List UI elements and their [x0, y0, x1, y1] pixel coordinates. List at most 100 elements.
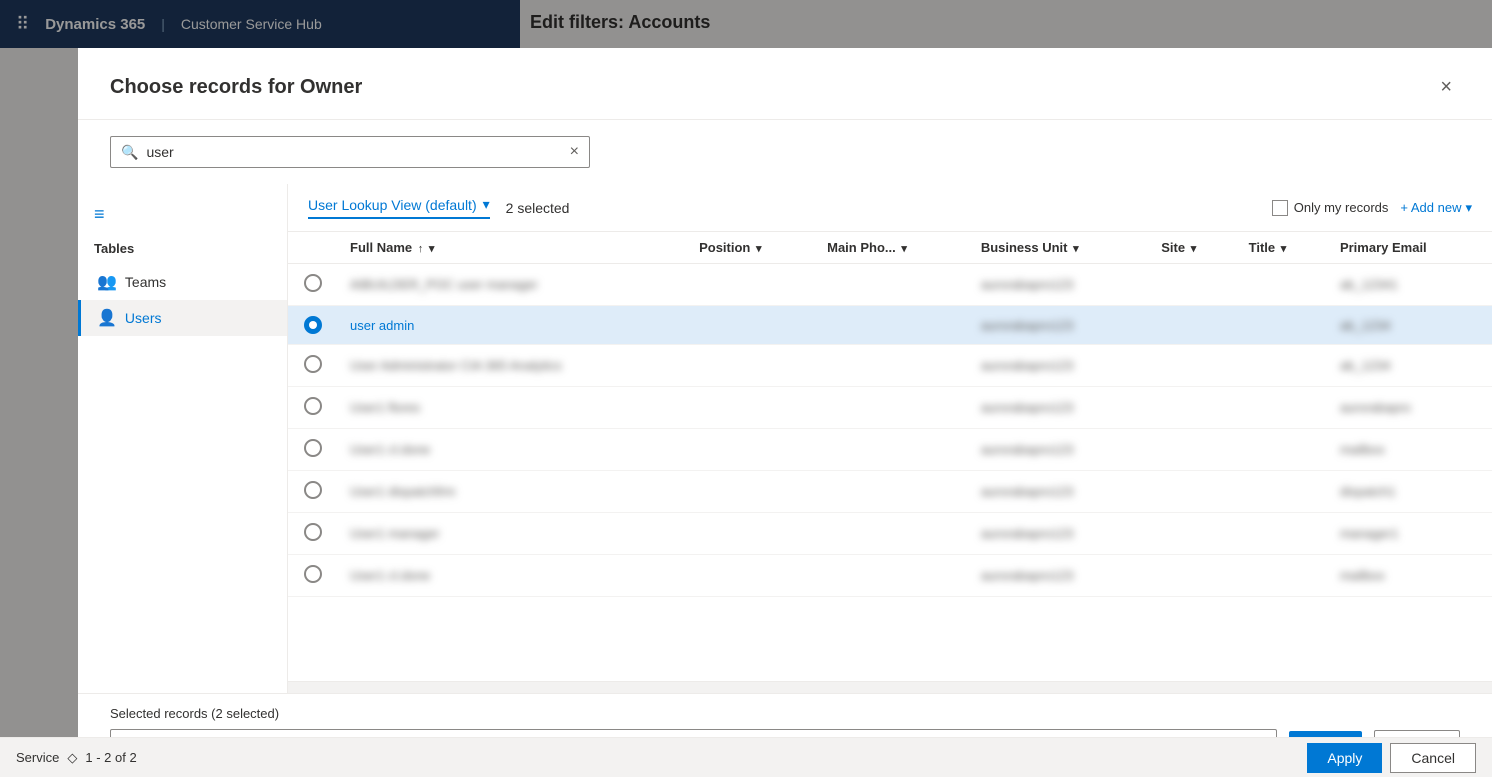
search-clear-button[interactable]: ×	[570, 143, 579, 161]
row-radio-cell[interactable]	[288, 264, 338, 306]
row-position	[687, 345, 815, 387]
row-radio-cell[interactable]	[288, 387, 338, 429]
table-row[interactable]: User1 manager aurorabapro123 manager1	[288, 513, 1492, 555]
row-radio-cell[interactable]	[288, 555, 338, 597]
radio-button[interactable]	[304, 439, 322, 457]
row-business-unit: aurorabapro123	[969, 264, 1149, 306]
pagination-text: 1 - 2 of 2	[85, 750, 136, 765]
table-row[interactable]: User1 cl.done aurorabapro123 mailbox	[288, 429, 1492, 471]
row-business-unit: aurorabapro123	[969, 345, 1149, 387]
row-site	[1149, 306, 1236, 345]
row-main-phone	[815, 306, 969, 345]
row-radio-cell[interactable]	[288, 513, 338, 555]
row-full-name[interactable]: User1 cl.done	[338, 555, 687, 597]
bu-filter-icon: ▾	[1073, 243, 1079, 255]
table-row[interactable]: User1 floresaurorabapro123aurorabapro	[288, 387, 1492, 429]
table-row[interactable]: user adminaurorabapro123ab_1234	[288, 306, 1492, 345]
table-row[interactable]: User Administrator CIA 365 Analytics auro…	[288, 345, 1492, 387]
diamond-icon: ◇	[67, 750, 77, 766]
only-my-records-checkbox[interactable]	[1272, 200, 1288, 216]
col-position[interactable]: Position ▾	[687, 232, 815, 264]
search-area: 🔍 ×	[78, 120, 1492, 184]
col-select	[288, 232, 338, 264]
col-primary-email[interactable]: Primary Email	[1328, 232, 1492, 264]
radio-button[interactable]	[304, 316, 322, 334]
row-business-unit: aurorabapro123	[969, 513, 1149, 555]
row-full-name[interactable]: User1 dispatchfrm	[338, 471, 687, 513]
search-input[interactable]	[146, 144, 569, 160]
row-radio-cell[interactable]	[288, 345, 338, 387]
toolbar-right: Only my records + Add new ▾	[1272, 200, 1472, 216]
row-main-phone	[815, 264, 969, 306]
row-position	[687, 306, 815, 345]
site-filter-icon: ▾	[1191, 243, 1197, 255]
add-new-label: + Add new	[1400, 200, 1461, 215]
col-main-phone[interactable]: Main Pho... ▾	[815, 232, 969, 264]
view-selector[interactable]: User Lookup View (default) ▾	[308, 196, 490, 219]
row-title	[1237, 264, 1328, 306]
col-title[interactable]: Title ▾	[1237, 232, 1328, 264]
row-full-name[interactable]: user admin	[338, 306, 687, 345]
row-position	[687, 555, 815, 597]
col-full-name[interactable]: Full Name ↑ ▾	[338, 232, 687, 264]
row-main-phone	[815, 345, 969, 387]
radio-button[interactable]	[304, 565, 322, 583]
tables-sidebar: ≡ Tables 👥 Teams 👤 Users	[78, 184, 288, 693]
row-main-phone	[815, 471, 969, 513]
row-radio-cell[interactable]	[288, 429, 338, 471]
row-position	[687, 387, 815, 429]
row-full-name[interactable]: User1 manager	[338, 513, 687, 555]
table-row[interactable]: AIBUILDER_POC user manager aurorabapro123…	[288, 264, 1492, 306]
row-full-name[interactable]: User Administrator CIA 365 Analytics	[338, 345, 687, 387]
dialog-title: Choose records for Owner	[110, 76, 362, 99]
table-row[interactable]: User1 cl.doneaurorabapro123mailbox	[288, 555, 1492, 597]
only-my-records-label[interactable]: Only my records	[1272, 200, 1389, 216]
row-business-unit: aurorabapro123	[969, 429, 1149, 471]
view-chevron-icon: ▾	[483, 196, 490, 213]
sidebar-item-teams[interactable]: 👥 Teams	[78, 264, 287, 300]
row-title	[1237, 429, 1328, 471]
row-primary-email: ab_12341	[1328, 264, 1492, 306]
col-site[interactable]: Site ▾	[1149, 232, 1236, 264]
row-primary-email: mailbox	[1328, 429, 1492, 471]
row-position	[687, 429, 815, 471]
radio-button[interactable]	[304, 481, 322, 499]
row-main-phone	[815, 555, 969, 597]
row-full-name[interactable]: User1 flores	[338, 387, 687, 429]
radio-button[interactable]	[304, 274, 322, 292]
row-position	[687, 264, 815, 306]
row-title	[1237, 471, 1328, 513]
row-business-unit: aurorabapro123	[969, 471, 1149, 513]
row-full-name[interactable]: AIBUILDER_POC user manager	[338, 264, 687, 306]
horizontal-scrollbar[interactable]	[288, 681, 1492, 693]
row-full-name[interactable]: User1 cl.done	[338, 429, 687, 471]
table-row[interactable]: User1 dispatchfrmaurorabapro123dispatch1	[288, 471, 1492, 513]
radio-button[interactable]	[304, 523, 322, 541]
row-radio-cell[interactable]	[288, 471, 338, 513]
row-primary-email: ab_1234	[1328, 306, 1492, 345]
radio-button[interactable]	[304, 397, 322, 415]
search-box-container: 🔍 ×	[110, 136, 590, 168]
row-site	[1149, 264, 1236, 306]
add-new-button[interactable]: + Add new ▾	[1400, 200, 1472, 216]
apply-button[interactable]: Apply	[1307, 743, 1382, 773]
bottom-bar-left: Service ◇ 1 - 2 of 2	[16, 750, 137, 766]
search-icon: 🔍	[121, 144, 138, 161]
row-primary-email: manager1	[1328, 513, 1492, 555]
row-title	[1237, 306, 1328, 345]
cancel-bar-button[interactable]: Cancel	[1390, 743, 1476, 773]
tables-section-label: Tables	[78, 233, 287, 264]
row-full-name-link[interactable]: user admin	[350, 318, 414, 333]
radio-button[interactable]	[304, 355, 322, 373]
row-main-phone	[815, 429, 969, 471]
bottom-bar: Service ◇ 1 - 2 of 2 Apply Cancel	[0, 737, 1492, 777]
row-main-phone	[815, 513, 969, 555]
row-primary-email: aurorabapro	[1328, 387, 1492, 429]
row-radio-cell[interactable]	[288, 306, 338, 345]
row-position	[687, 513, 815, 555]
sidebar-item-users[interactable]: 👤 Users	[78, 300, 287, 336]
col-business-unit[interactable]: Business Unit ▾	[969, 232, 1149, 264]
row-site	[1149, 345, 1236, 387]
dialog-close-button[interactable]: ×	[1432, 72, 1460, 103]
row-position	[687, 471, 815, 513]
